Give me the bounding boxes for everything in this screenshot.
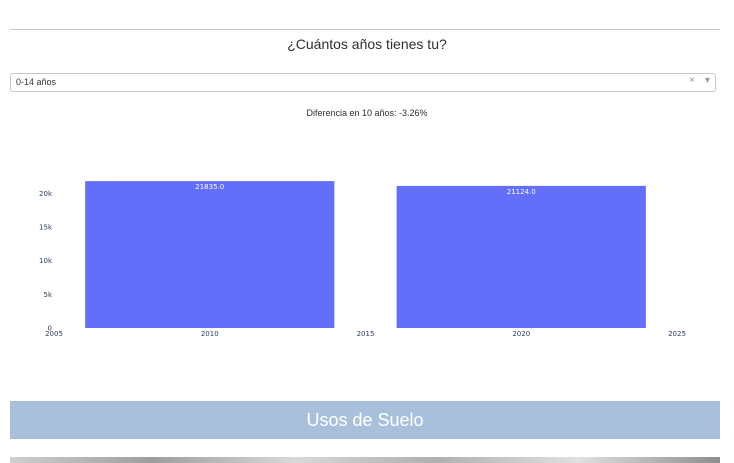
age-group-selected-value: 0-14 años: [16, 77, 57, 87]
y-tick-label-10000: 10k: [39, 257, 53, 265]
clear-icon[interactable]: ×: [689, 75, 695, 86]
x-tick-label-2025: 2025: [668, 330, 686, 338]
y-tick-label-15000: 15k: [39, 224, 53, 232]
x-tick-label-2015: 2015: [357, 330, 375, 338]
bar-value-label-2020: 21124.0: [507, 188, 536, 196]
bar-2010: [85, 181, 335, 328]
age-question-heading: ¿Cuántos años tienes tu?: [287, 36, 447, 52]
y-tick-label-0: 0: [48, 325, 52, 333]
age-group-dropdown[interactable]: 0-14 años × ▾: [10, 73, 716, 92]
x-tick-label-2020: 2020: [512, 330, 530, 338]
bar-2020: [396, 185, 646, 328]
y-tick-label-5000: 5k: [43, 291, 52, 299]
ten-year-difference-text: Diferencia en 10 años: -3.26%: [306, 108, 428, 118]
population-bar-chart: 21835.021124.02005 2010 2015 2020 202505k10k…: [39, 181, 686, 338]
land-use-section-banner: Usos de Suelo: [10, 401, 720, 439]
top-divider: [10, 29, 720, 30]
x-tick-label-2010: 2010: [201, 330, 219, 338]
bar-value-label-2010: 21835.0: [195, 183, 224, 191]
chevron-down-icon[interactable]: ▾: [705, 75, 710, 86]
y-tick-label-20000: 20k: [39, 190, 53, 198]
land-use-image: [10, 457, 720, 463]
